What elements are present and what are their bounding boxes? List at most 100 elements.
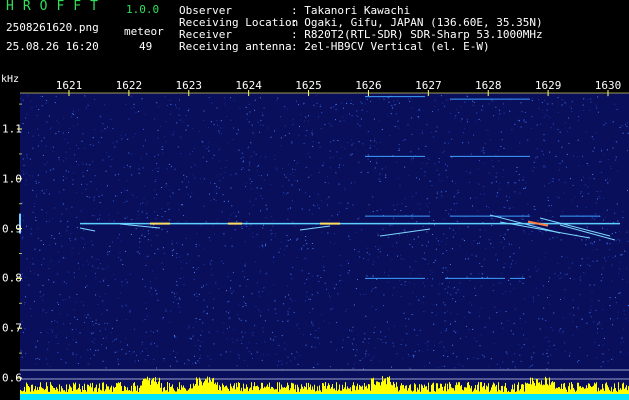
level-bar: [362, 385, 363, 394]
noise-speck: [524, 112, 526, 113]
level-bar: [524, 391, 525, 394]
noise-speck: [595, 132, 597, 134]
noise-speck: [22, 123, 24, 125]
noise-speck: [55, 95, 57, 97]
noise-speck: [394, 209, 396, 211]
noise-speck: [121, 138, 123, 140]
noise-speck: [228, 218, 230, 220]
noise-speck: [428, 211, 430, 213]
noise-speck: [611, 225, 613, 227]
noise-speck: [140, 203, 141, 205]
noise-speck: [541, 102, 543, 103]
noise-speck: [216, 175, 218, 177]
noise-speck: [355, 148, 357, 150]
noise-speck: [187, 253, 189, 255]
spectrogram: [17, 90, 629, 400]
noise-speck: [287, 319, 289, 321]
noise-speck: [144, 286, 146, 288]
level-bar: [350, 387, 351, 394]
noise-speck: [37, 237, 39, 239]
noise-speck: [181, 268, 183, 270]
noise-speck: [281, 335, 283, 337]
noise-speck: [161, 149, 163, 150]
noise-speck: [561, 256, 563, 258]
noise-speck: [84, 315, 86, 317]
noise-speck: [595, 309, 597, 311]
noise-speck: [577, 361, 578, 363]
noise-speck: [352, 349, 354, 351]
noise-speck: [407, 124, 409, 126]
noise-speck: [469, 181, 471, 183]
noise-speck: [565, 166, 567, 168]
noise-speck: [156, 345, 158, 347]
noise-speck: [466, 325, 467, 327]
noise-speck: [398, 127, 400, 129]
noise-speck: [162, 152, 164, 154]
noise-speck: [399, 234, 401, 236]
noise-speck: [195, 345, 197, 347]
noise-speck: [185, 220, 187, 222]
noise-speck: [41, 209, 43, 211]
noise-speck: [281, 363, 283, 365]
noise-speck: [199, 244, 201, 246]
level-bar: [609, 389, 610, 394]
noise-speck: [367, 172, 369, 173]
level-bar: [344, 387, 345, 394]
noise-speck: [252, 334, 254, 336]
level-bar: [408, 388, 409, 394]
level-bar: [340, 390, 341, 394]
noise-speck: [500, 131, 502, 133]
noise-speck: [347, 202, 349, 204]
noise-speck: [227, 301, 229, 303]
noise-speck: [393, 287, 395, 289]
noise-speck: [446, 250, 448, 252]
noise-speck: [405, 344, 407, 346]
noise-speck: [377, 232, 379, 234]
noise-speck: [547, 196, 549, 198]
noise-speck: [376, 158, 378, 160]
noise-speck: [485, 129, 487, 131]
level-bar: [279, 382, 280, 394]
noise-speck: [210, 260, 212, 262]
noise-speck: [132, 136, 134, 138]
noise-speck: [58, 131, 60, 132]
noise-speck: [522, 274, 524, 275]
noise-speck: [452, 352, 454, 354]
noise-speck: [417, 343, 419, 345]
noise-speck: [128, 351, 130, 352]
level-bar: [20, 389, 21, 394]
noise-speck: [550, 354, 552, 356]
noise-speck: [362, 358, 364, 359]
noise-speck: [487, 130, 489, 132]
noise-speck: [293, 159, 295, 161]
noise-speck: [442, 267, 444, 269]
noise-speck: [178, 114, 180, 116]
noise-speck: [147, 230, 149, 232]
noise-speck: [346, 260, 348, 262]
noise-speck: [544, 337, 546, 339]
noise-speck: [450, 294, 452, 296]
noise-speck: [235, 173, 237, 175]
noise-speck: [121, 281, 123, 283]
noise-speck: [72, 353, 74, 355]
level-bar: [590, 385, 591, 394]
noise-speck: [391, 366, 392, 368]
noise-speck: [101, 344, 102, 346]
noise-speck: [477, 210, 479, 212]
noise-speck: [341, 346, 343, 348]
noise-speck: [248, 351, 250, 353]
noise-speck: [484, 326, 485, 328]
level-bar: [134, 382, 135, 394]
level-bar: [221, 390, 222, 394]
noise-speck: [238, 354, 240, 356]
noise-speck: [203, 145, 205, 147]
noise-speck: [470, 153, 472, 155]
noise-speck: [141, 233, 143, 235]
noise-speck: [245, 182, 247, 184]
noise-speck: [426, 231, 428, 233]
noise-speck: [67, 142, 69, 144]
noise-speck: [407, 354, 409, 356]
noise-speck: [199, 319, 201, 320]
noise-speck: [312, 324, 314, 326]
noise-speck: [206, 284, 208, 285]
